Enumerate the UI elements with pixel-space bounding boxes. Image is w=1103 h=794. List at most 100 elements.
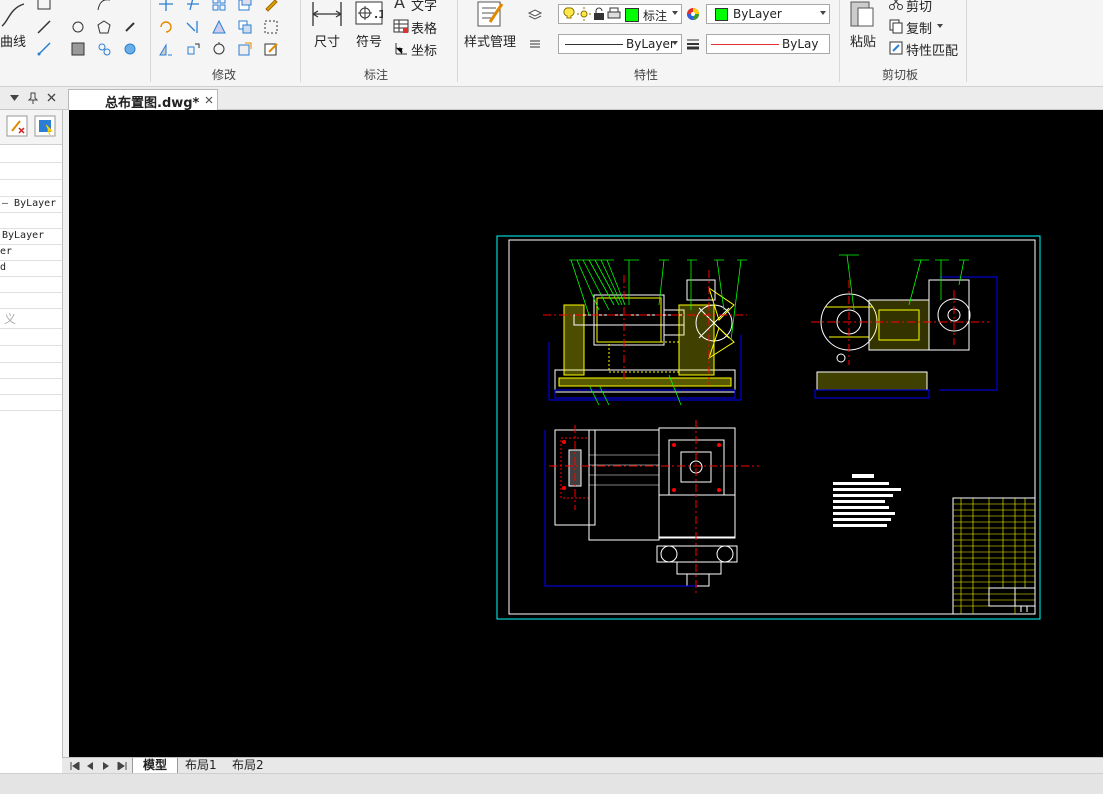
property-row[interactable] [0, 276, 62, 293]
ray-icon[interactable] [36, 41, 52, 57]
printer-icon[interactable] [607, 7, 621, 21]
property-row[interactable] [0, 146, 62, 163]
property-row-bylayer[interactable]: ByLayer [0, 228, 62, 245]
point-icon[interactable] [122, 19, 138, 35]
copy-icon[interactable] [888, 18, 904, 34]
svg-text:.1: .1 [374, 8, 383, 21]
hatch-icon[interactable] [70, 41, 86, 57]
dimension-icon[interactable] [311, 0, 343, 28]
pin-icon[interactable] [28, 92, 38, 104]
scissors-icon[interactable] [888, 0, 904, 11]
color-wheel-icon[interactable] [685, 6, 701, 22]
property-row[interactable] [0, 180, 62, 197]
paste-label[interactable]: 粘贴 [850, 31, 876, 50]
property-value: d [0, 262, 7, 273]
symbol-icon[interactable]: .1 [355, 1, 383, 25]
rotate-icon[interactable] [158, 19, 174, 35]
last-tab-icon[interactable] [117, 762, 127, 770]
table-icon[interactable] [393, 18, 409, 34]
style-manager-icon[interactable] [474, 0, 506, 28]
quick-select-icon[interactable] [6, 115, 28, 137]
chevron-down-icon[interactable] [672, 41, 678, 45]
paste-icon[interactable] [848, 0, 876, 28]
drawing-canvas[interactable] [69, 110, 1103, 757]
text-label[interactable]: 文字 [411, 0, 437, 14]
svg-text:A: A [394, 0, 405, 10]
color-dropdown[interactable]: ByLayer [706, 4, 830, 24]
property-row[interactable] [0, 163, 62, 180]
extend-icon[interactable] [185, 19, 201, 35]
property-row[interactable]: d [0, 260, 62, 277]
table-label[interactable]: 表格 [411, 18, 437, 37]
chevron-down-icon[interactable] [672, 11, 678, 15]
match-properties-label[interactable]: 特性匹配 [906, 40, 958, 59]
dimension-label[interactable]: 尺寸 [314, 31, 340, 50]
move-icon[interactable] [158, 0, 174, 12]
property-row-bylayer[interactable]: — ByLayer [0, 196, 62, 213]
array-icon[interactable] [211, 0, 227, 12]
panel-menu-icon[interactable] [10, 94, 19, 102]
line-list-icon[interactable] [527, 36, 543, 52]
block-icon[interactable] [237, 41, 253, 57]
lock-icon[interactable] [592, 7, 606, 21]
curve-icon[interactable] [0, 0, 26, 30]
layout-tab-bar: 模型 布局1 布局2 [62, 757, 1103, 774]
match-properties-icon[interactable] [888, 40, 904, 56]
polygon-icon[interactable] [96, 19, 112, 35]
edit-icon[interactable] [263, 41, 279, 57]
curve-label[interactable]: 曲线 [0, 31, 26, 50]
tab-model[interactable]: 模型 [132, 758, 178, 774]
close-tab-icon[interactable] [205, 96, 213, 104]
property-row[interactable]: er [0, 244, 62, 261]
stretch-icon[interactable] [185, 41, 201, 57]
layer-dropdown[interactable]: 标注 [558, 4, 682, 24]
coordinate-icon[interactable] [393, 40, 409, 56]
circle-icon[interactable] [70, 19, 86, 35]
linetype-dropdown[interactable]: ByLayer [558, 34, 682, 54]
sun-icon[interactable] [577, 7, 591, 21]
lineweight-dropdown[interactable]: ByLay [706, 34, 830, 54]
copy-object-icon[interactable] [237, 19, 253, 35]
gradient-icon[interactable] [122, 41, 138, 57]
property-row[interactable] [0, 212, 62, 229]
rectangle-array-icon[interactable] [263, 19, 279, 35]
next-tab-icon[interactable] [102, 762, 110, 770]
chevron-down-icon[interactable] [820, 11, 826, 15]
arc-icon[interactable] [96, 0, 112, 12]
coordinate-label[interactable]: 坐标 [411, 40, 437, 59]
symbol-label[interactable]: 符号 [356, 31, 382, 50]
document-tab[interactable]: 总布置图.dwg* [68, 89, 218, 111]
tab-layout2[interactable]: 布局2 [224, 758, 274, 773]
close-panel-icon[interactable] [47, 93, 56, 102]
scale-icon[interactable] [211, 19, 227, 35]
region-icon[interactable] [96, 41, 112, 57]
property-row[interactable] [0, 329, 62, 346]
offset-icon[interactable] [211, 41, 227, 57]
lineweight-icon[interactable] [685, 36, 701, 52]
style-manager-label[interactable]: 样式管理 [464, 31, 516, 50]
text-icon[interactable]: A [393, 0, 409, 10]
tab-layout1[interactable]: 布局1 [176, 758, 222, 773]
property-row[interactable] [0, 362, 62, 379]
rectangle-icon[interactable] [36, 0, 52, 12]
property-row[interactable] [0, 394, 62, 411]
property-row[interactable] [0, 346, 62, 363]
cut-label[interactable]: 剪切 [906, 0, 932, 15]
property-row[interactable]: 义 [0, 308, 62, 329]
layer-manager-icon[interactable] [527, 6, 543, 22]
prev-tab-icon[interactable] [86, 762, 94, 770]
copy-dropdown-arrow[interactable] [937, 24, 943, 28]
lightbulb-icon[interactable] [562, 7, 576, 21]
first-tab-icon[interactable] [70, 762, 80, 770]
select-objects-icon[interactable] [34, 115, 56, 137]
mirror-icon[interactable] [158, 41, 174, 57]
line-icon[interactable] [36, 19, 52, 35]
explode-icon[interactable] [237, 0, 253, 12]
copy-label[interactable]: 复制 [906, 18, 932, 37]
lineweight-preview [711, 44, 779, 45]
property-row[interactable] [0, 378, 62, 395]
property-row[interactable] [0, 292, 62, 309]
erase-icon[interactable] [263, 0, 279, 12]
clipboard-group-label: 剪切板 [882, 68, 919, 82]
trim-icon[interactable] [185, 0, 201, 12]
